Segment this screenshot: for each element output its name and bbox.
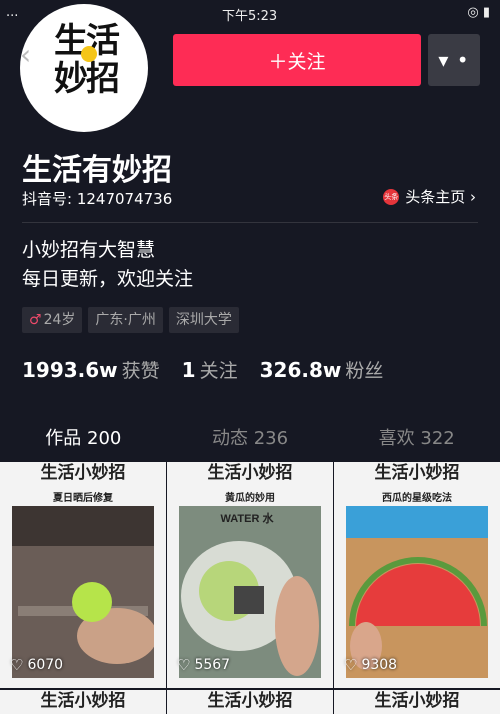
lightbulb-icon [81,46,97,62]
signal-indicator: ... [6,5,19,20]
video-subtitle: 黄瓜的妙用 [225,493,275,504]
tab-bar: 作品 200 动态 236 喜欢 322 [0,420,500,460]
tab-activity[interactable]: 动态 236 [167,420,334,460]
video-header: 生活小妙招 [374,691,460,711]
toutiao-badge: 头条 [383,188,400,205]
profile-name: 生活有妙招 [22,153,172,188]
tag-school: 深圳大学 [168,307,239,333]
video-header: 生活小妙招 [40,691,126,711]
divider [22,222,478,223]
svg-text:WATER 水: WATER 水 [221,511,275,525]
video-subtitle: 夏日晒后修复 [53,493,113,504]
video-header: 生活小妙招 [40,463,126,483]
follow-button[interactable]: ＋关注 [173,34,421,86]
followers-count[interactable]: 326.8w [260,358,342,382]
video-card[interactable]: 生活小妙招 [334,690,500,714]
video-header: 生活小妙招 [207,463,293,483]
douyin-id: 抖音号: 1247074736 [22,190,173,208]
bio-line: 小妙招有大智慧 [22,239,156,261]
likes-label: 获赞 [121,360,160,382]
video-thumbnail: WATER 水 [179,506,321,678]
video-thumbnail [346,506,488,678]
video-header: 生活小妙招 [374,463,460,483]
stats-row: 1993.6w 获赞 1 关注 326.8w 粉丝 [22,356,405,383]
video-header: 生活小妙招 [207,691,293,711]
toutiao-link[interactable]: 头条 头条主页 › [383,186,476,207]
tag-location: 广东·广州 [88,307,163,333]
gender-icon: ♂ [29,312,42,328]
video-card[interactable]: 生活小妙招 [167,690,333,714]
video-subtitle: 西瓜的星级吃法 [382,493,452,504]
like-count: ♡ 6070 [10,656,64,674]
more-button[interactable]: ▾ • [428,34,480,86]
video-grid: 生活小妙招 夏日晒后修复 ♡ 6070 生活小妙招 黄瓜的妙用 WATER 水 ♡… [0,462,500,714]
video-card[interactable]: 生活小妙招 西瓜的星级吃法 ♡ 9308 [334,462,500,688]
tab-works[interactable]: 作品 200 [0,420,167,460]
bio-line: 每日更新，欢迎关注 [22,268,194,290]
tag-age: ♂ 24岁 [22,307,83,333]
following-count[interactable]: 1 [182,358,196,382]
video-thumbnail [12,506,154,678]
followers-label[interactable]: 粉丝 [345,356,383,383]
tag-list: ♂ 24岁 广东·广州 深圳大学 [22,307,245,333]
status-icons: ◎ ▮ [467,5,490,20]
tab-likes[interactable]: 喜欢 322 [333,420,500,460]
following-label[interactable]: 关注 [200,356,238,383]
heart-icon: ♡ [10,656,24,674]
like-count: ♡ 5567 [177,656,231,674]
like-count: ♡ 9308 [344,656,398,674]
video-card[interactable]: 生活小妙招 黄瓜的妙用 WATER 水 ♡ 5567 [167,462,333,688]
toutiao-label: 头条主页 › [405,188,476,206]
video-card[interactable]: 生活小妙招 [0,690,166,714]
back-icon[interactable]: ‹ [20,38,46,78]
video-card[interactable]: 生活小妙招 夏日晒后修复 ♡ 6070 [0,462,166,688]
heart-icon: ♡ [177,656,191,674]
heart-icon: ♡ [344,656,358,674]
likes-count: 1993.6w [22,358,118,382]
status-time: 下午5:23 [222,9,278,24]
bio: 小妙招有大智慧 每日更新，欢迎关注 [22,236,193,294]
